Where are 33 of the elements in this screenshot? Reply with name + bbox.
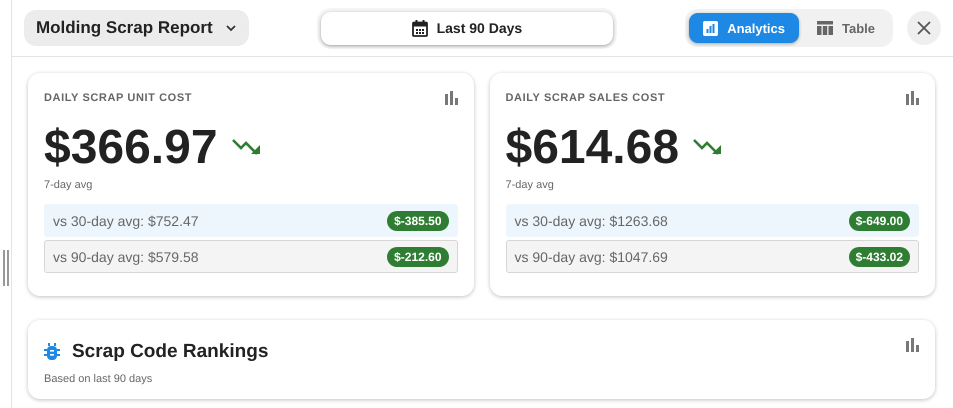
delta-badge: $-385.50 [387, 210, 448, 230]
bar-chart-icon [703, 20, 718, 36]
bug-icon [44, 343, 60, 361]
caret-icon [224, 24, 237, 32]
resize-handle[interactable] [2, 250, 8, 286]
close-button[interactable] [907, 11, 941, 45]
caption: 7-day avg [506, 179, 555, 191]
metric-value: $366.97 [44, 121, 218, 175]
comparison-label: vs 30-day avg: $752.47 [53, 212, 199, 228]
delta-badge: $-212.60 [387, 246, 448, 266]
comparison-label: vs 90-day avg: $579.58 [53, 248, 199, 264]
report-dropdown[interactable]: Molding Scrap Report [24, 10, 249, 46]
section-subtitle: Based on last 90 days [44, 373, 154, 385]
trend-down-icon [232, 137, 262, 157]
date-range-button[interactable]: Last 90 Days [320, 12, 613, 44]
caption: 7-day avg [44, 179, 94, 191]
calendar-icon [412, 20, 428, 36]
bar-chart-icon [444, 91, 458, 105]
trend-down-icon [693, 137, 724, 157]
card-title: DAILY SCRAP UNIT COST [44, 92, 192, 104]
delta-badge: $-433.02 [848, 246, 910, 266]
bar-chart-icon [906, 91, 919, 105]
view-tab[interactable]: Table [803, 13, 889, 43]
view-tab[interactable]: Analytics [689, 13, 799, 43]
section-title: Scrap Code Rankings [72, 341, 268, 363]
comparison-label: vs 90-day avg: $1047.69 [514, 248, 668, 264]
close-icon [917, 21, 931, 35]
table-icon [817, 21, 833, 35]
card-title: DAILY SCRAP SALES COST [506, 92, 666, 104]
bar-chart-icon [906, 338, 919, 352]
delta-badge: $-649.00 [848, 210, 910, 230]
comparison-label: vs 30-day avg: $1263.68 [514, 212, 668, 228]
metric-value: $614.68 [506, 121, 680, 175]
